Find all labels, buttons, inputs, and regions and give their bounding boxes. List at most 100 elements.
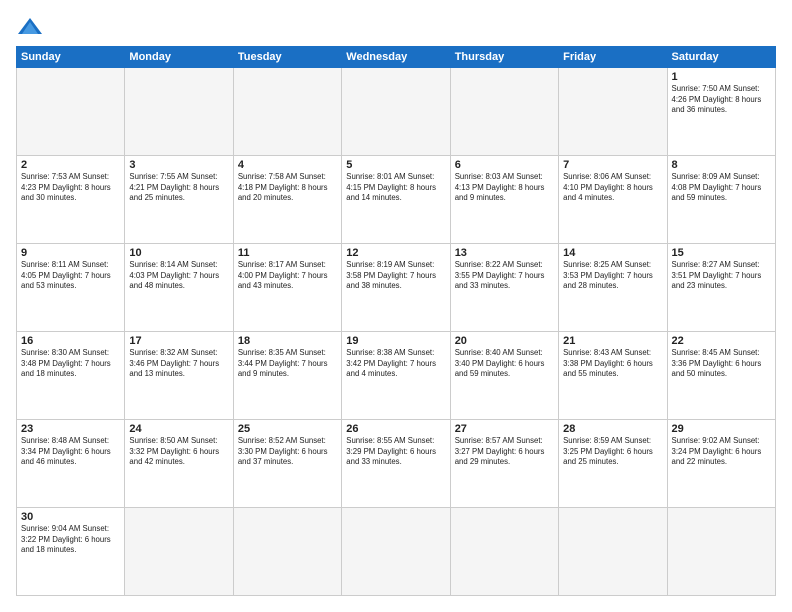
logo-icon (16, 16, 44, 38)
calendar-cell: 28Sunrise: 8:59 AM Sunset: 3:25 PM Dayli… (559, 420, 667, 508)
calendar-cell: 29Sunrise: 9:02 AM Sunset: 3:24 PM Dayli… (667, 420, 775, 508)
calendar-cell (125, 68, 233, 156)
calendar-cell: 6Sunrise: 8:03 AM Sunset: 4:13 PM Daylig… (450, 156, 558, 244)
cell-info: Sunrise: 7:58 AM Sunset: 4:18 PM Dayligh… (238, 172, 337, 204)
calendar-cell (342, 68, 450, 156)
calendar-cell (450, 68, 558, 156)
day-number: 8 (672, 159, 771, 171)
day-number: 20 (455, 335, 554, 347)
cell-info: Sunrise: 8:43 AM Sunset: 3:38 PM Dayligh… (563, 348, 662, 380)
cell-info: Sunrise: 8:45 AM Sunset: 3:36 PM Dayligh… (672, 348, 771, 380)
cell-info: Sunrise: 8:59 AM Sunset: 3:25 PM Dayligh… (563, 436, 662, 468)
cell-info: Sunrise: 8:50 AM Sunset: 3:32 PM Dayligh… (129, 436, 228, 468)
cell-info: Sunrise: 8:09 AM Sunset: 4:08 PM Dayligh… (672, 172, 771, 204)
cell-info: Sunrise: 9:04 AM Sunset: 3:22 PM Dayligh… (21, 524, 120, 556)
day-number: 23 (21, 423, 120, 435)
day-number: 1 (672, 71, 771, 83)
day-number: 5 (346, 159, 445, 171)
calendar-cell (450, 508, 558, 596)
cell-info: Sunrise: 8:40 AM Sunset: 3:40 PM Dayligh… (455, 348, 554, 380)
cell-info: Sunrise: 7:55 AM Sunset: 4:21 PM Dayligh… (129, 172, 228, 204)
calendar-cell: 3Sunrise: 7:55 AM Sunset: 4:21 PM Daylig… (125, 156, 233, 244)
cell-info: Sunrise: 8:30 AM Sunset: 3:48 PM Dayligh… (21, 348, 120, 380)
cell-info: Sunrise: 8:19 AM Sunset: 3:58 PM Dayligh… (346, 260, 445, 292)
day-number: 2 (21, 159, 120, 171)
calendar-cell: 27Sunrise: 8:57 AM Sunset: 3:27 PM Dayli… (450, 420, 558, 508)
logo (16, 16, 48, 38)
calendar-cell: 4Sunrise: 7:58 AM Sunset: 4:18 PM Daylig… (233, 156, 341, 244)
calendar-cell (17, 68, 125, 156)
calendar-cell: 17Sunrise: 8:32 AM Sunset: 3:46 PM Dayli… (125, 332, 233, 420)
cell-info: Sunrise: 8:57 AM Sunset: 3:27 PM Dayligh… (455, 436, 554, 468)
calendar-cell (342, 508, 450, 596)
day-number: 7 (563, 159, 662, 171)
calendar-cell (559, 508, 667, 596)
calendar-cell: 15Sunrise: 8:27 AM Sunset: 3:51 PM Dayli… (667, 244, 775, 332)
day-number: 25 (238, 423, 337, 435)
cell-info: Sunrise: 8:03 AM Sunset: 4:13 PM Dayligh… (455, 172, 554, 204)
weekday-header: Sunday (17, 47, 125, 68)
day-number: 4 (238, 159, 337, 171)
calendar-cell (559, 68, 667, 156)
day-number: 9 (21, 247, 120, 259)
cell-info: Sunrise: 8:55 AM Sunset: 3:29 PM Dayligh… (346, 436, 445, 468)
calendar-cell: 12Sunrise: 8:19 AM Sunset: 3:58 PM Dayli… (342, 244, 450, 332)
day-number: 28 (563, 423, 662, 435)
day-number: 30 (21, 511, 120, 523)
weekday-header: Friday (559, 47, 667, 68)
cell-info: Sunrise: 8:06 AM Sunset: 4:10 PM Dayligh… (563, 172, 662, 204)
day-number: 3 (129, 159, 228, 171)
calendar-cell: 8Sunrise: 8:09 AM Sunset: 4:08 PM Daylig… (667, 156, 775, 244)
day-number: 16 (21, 335, 120, 347)
day-number: 19 (346, 335, 445, 347)
calendar-cell: 10Sunrise: 8:14 AM Sunset: 4:03 PM Dayli… (125, 244, 233, 332)
cell-info: Sunrise: 8:35 AM Sunset: 3:44 PM Dayligh… (238, 348, 337, 380)
calendar-cell (233, 508, 341, 596)
calendar-cell (667, 508, 775, 596)
calendar-cell: 7Sunrise: 8:06 AM Sunset: 4:10 PM Daylig… (559, 156, 667, 244)
day-number: 21 (563, 335, 662, 347)
cell-info: Sunrise: 9:02 AM Sunset: 3:24 PM Dayligh… (672, 436, 771, 468)
calendar-cell: 23Sunrise: 8:48 AM Sunset: 3:34 PM Dayli… (17, 420, 125, 508)
calendar-cell: 14Sunrise: 8:25 AM Sunset: 3:53 PM Dayli… (559, 244, 667, 332)
cell-info: Sunrise: 8:38 AM Sunset: 3:42 PM Dayligh… (346, 348, 445, 380)
cell-info: Sunrise: 8:14 AM Sunset: 4:03 PM Dayligh… (129, 260, 228, 292)
cell-info: Sunrise: 8:22 AM Sunset: 3:55 PM Dayligh… (455, 260, 554, 292)
weekday-header: Monday (125, 47, 233, 68)
calendar-table: SundayMondayTuesdayWednesdayThursdayFrid… (16, 46, 776, 596)
calendar-cell: 25Sunrise: 8:52 AM Sunset: 3:30 PM Dayli… (233, 420, 341, 508)
day-number: 15 (672, 247, 771, 259)
day-number: 13 (455, 247, 554, 259)
calendar-cell (233, 68, 341, 156)
calendar-cell (125, 508, 233, 596)
calendar-cell: 19Sunrise: 8:38 AM Sunset: 3:42 PM Dayli… (342, 332, 450, 420)
header (16, 16, 776, 38)
cell-info: Sunrise: 8:52 AM Sunset: 3:30 PM Dayligh… (238, 436, 337, 468)
calendar-cell: 2Sunrise: 7:53 AM Sunset: 4:23 PM Daylig… (17, 156, 125, 244)
day-number: 29 (672, 423, 771, 435)
weekday-header: Tuesday (233, 47, 341, 68)
page: SundayMondayTuesdayWednesdayThursdayFrid… (0, 0, 792, 612)
weekday-header: Wednesday (342, 47, 450, 68)
calendar-cell: 11Sunrise: 8:17 AM Sunset: 4:00 PM Dayli… (233, 244, 341, 332)
day-number: 18 (238, 335, 337, 347)
calendar-cell: 26Sunrise: 8:55 AM Sunset: 3:29 PM Dayli… (342, 420, 450, 508)
cell-info: Sunrise: 8:01 AM Sunset: 4:15 PM Dayligh… (346, 172, 445, 204)
day-number: 10 (129, 247, 228, 259)
weekday-header: Saturday (667, 47, 775, 68)
cell-info: Sunrise: 7:53 AM Sunset: 4:23 PM Dayligh… (21, 172, 120, 204)
calendar-cell: 30Sunrise: 9:04 AM Sunset: 3:22 PM Dayli… (17, 508, 125, 596)
calendar-cell: 21Sunrise: 8:43 AM Sunset: 3:38 PM Dayli… (559, 332, 667, 420)
cell-info: Sunrise: 8:27 AM Sunset: 3:51 PM Dayligh… (672, 260, 771, 292)
calendar-cell: 1Sunrise: 7:50 AM Sunset: 4:26 PM Daylig… (667, 68, 775, 156)
day-number: 24 (129, 423, 228, 435)
day-number: 22 (672, 335, 771, 347)
cell-info: Sunrise: 8:48 AM Sunset: 3:34 PM Dayligh… (21, 436, 120, 468)
calendar-cell: 22Sunrise: 8:45 AM Sunset: 3:36 PM Dayli… (667, 332, 775, 420)
calendar-cell: 20Sunrise: 8:40 AM Sunset: 3:40 PM Dayli… (450, 332, 558, 420)
calendar-cell: 5Sunrise: 8:01 AM Sunset: 4:15 PM Daylig… (342, 156, 450, 244)
cell-info: Sunrise: 8:17 AM Sunset: 4:00 PM Dayligh… (238, 260, 337, 292)
day-number: 14 (563, 247, 662, 259)
cell-info: Sunrise: 8:25 AM Sunset: 3:53 PM Dayligh… (563, 260, 662, 292)
day-number: 27 (455, 423, 554, 435)
